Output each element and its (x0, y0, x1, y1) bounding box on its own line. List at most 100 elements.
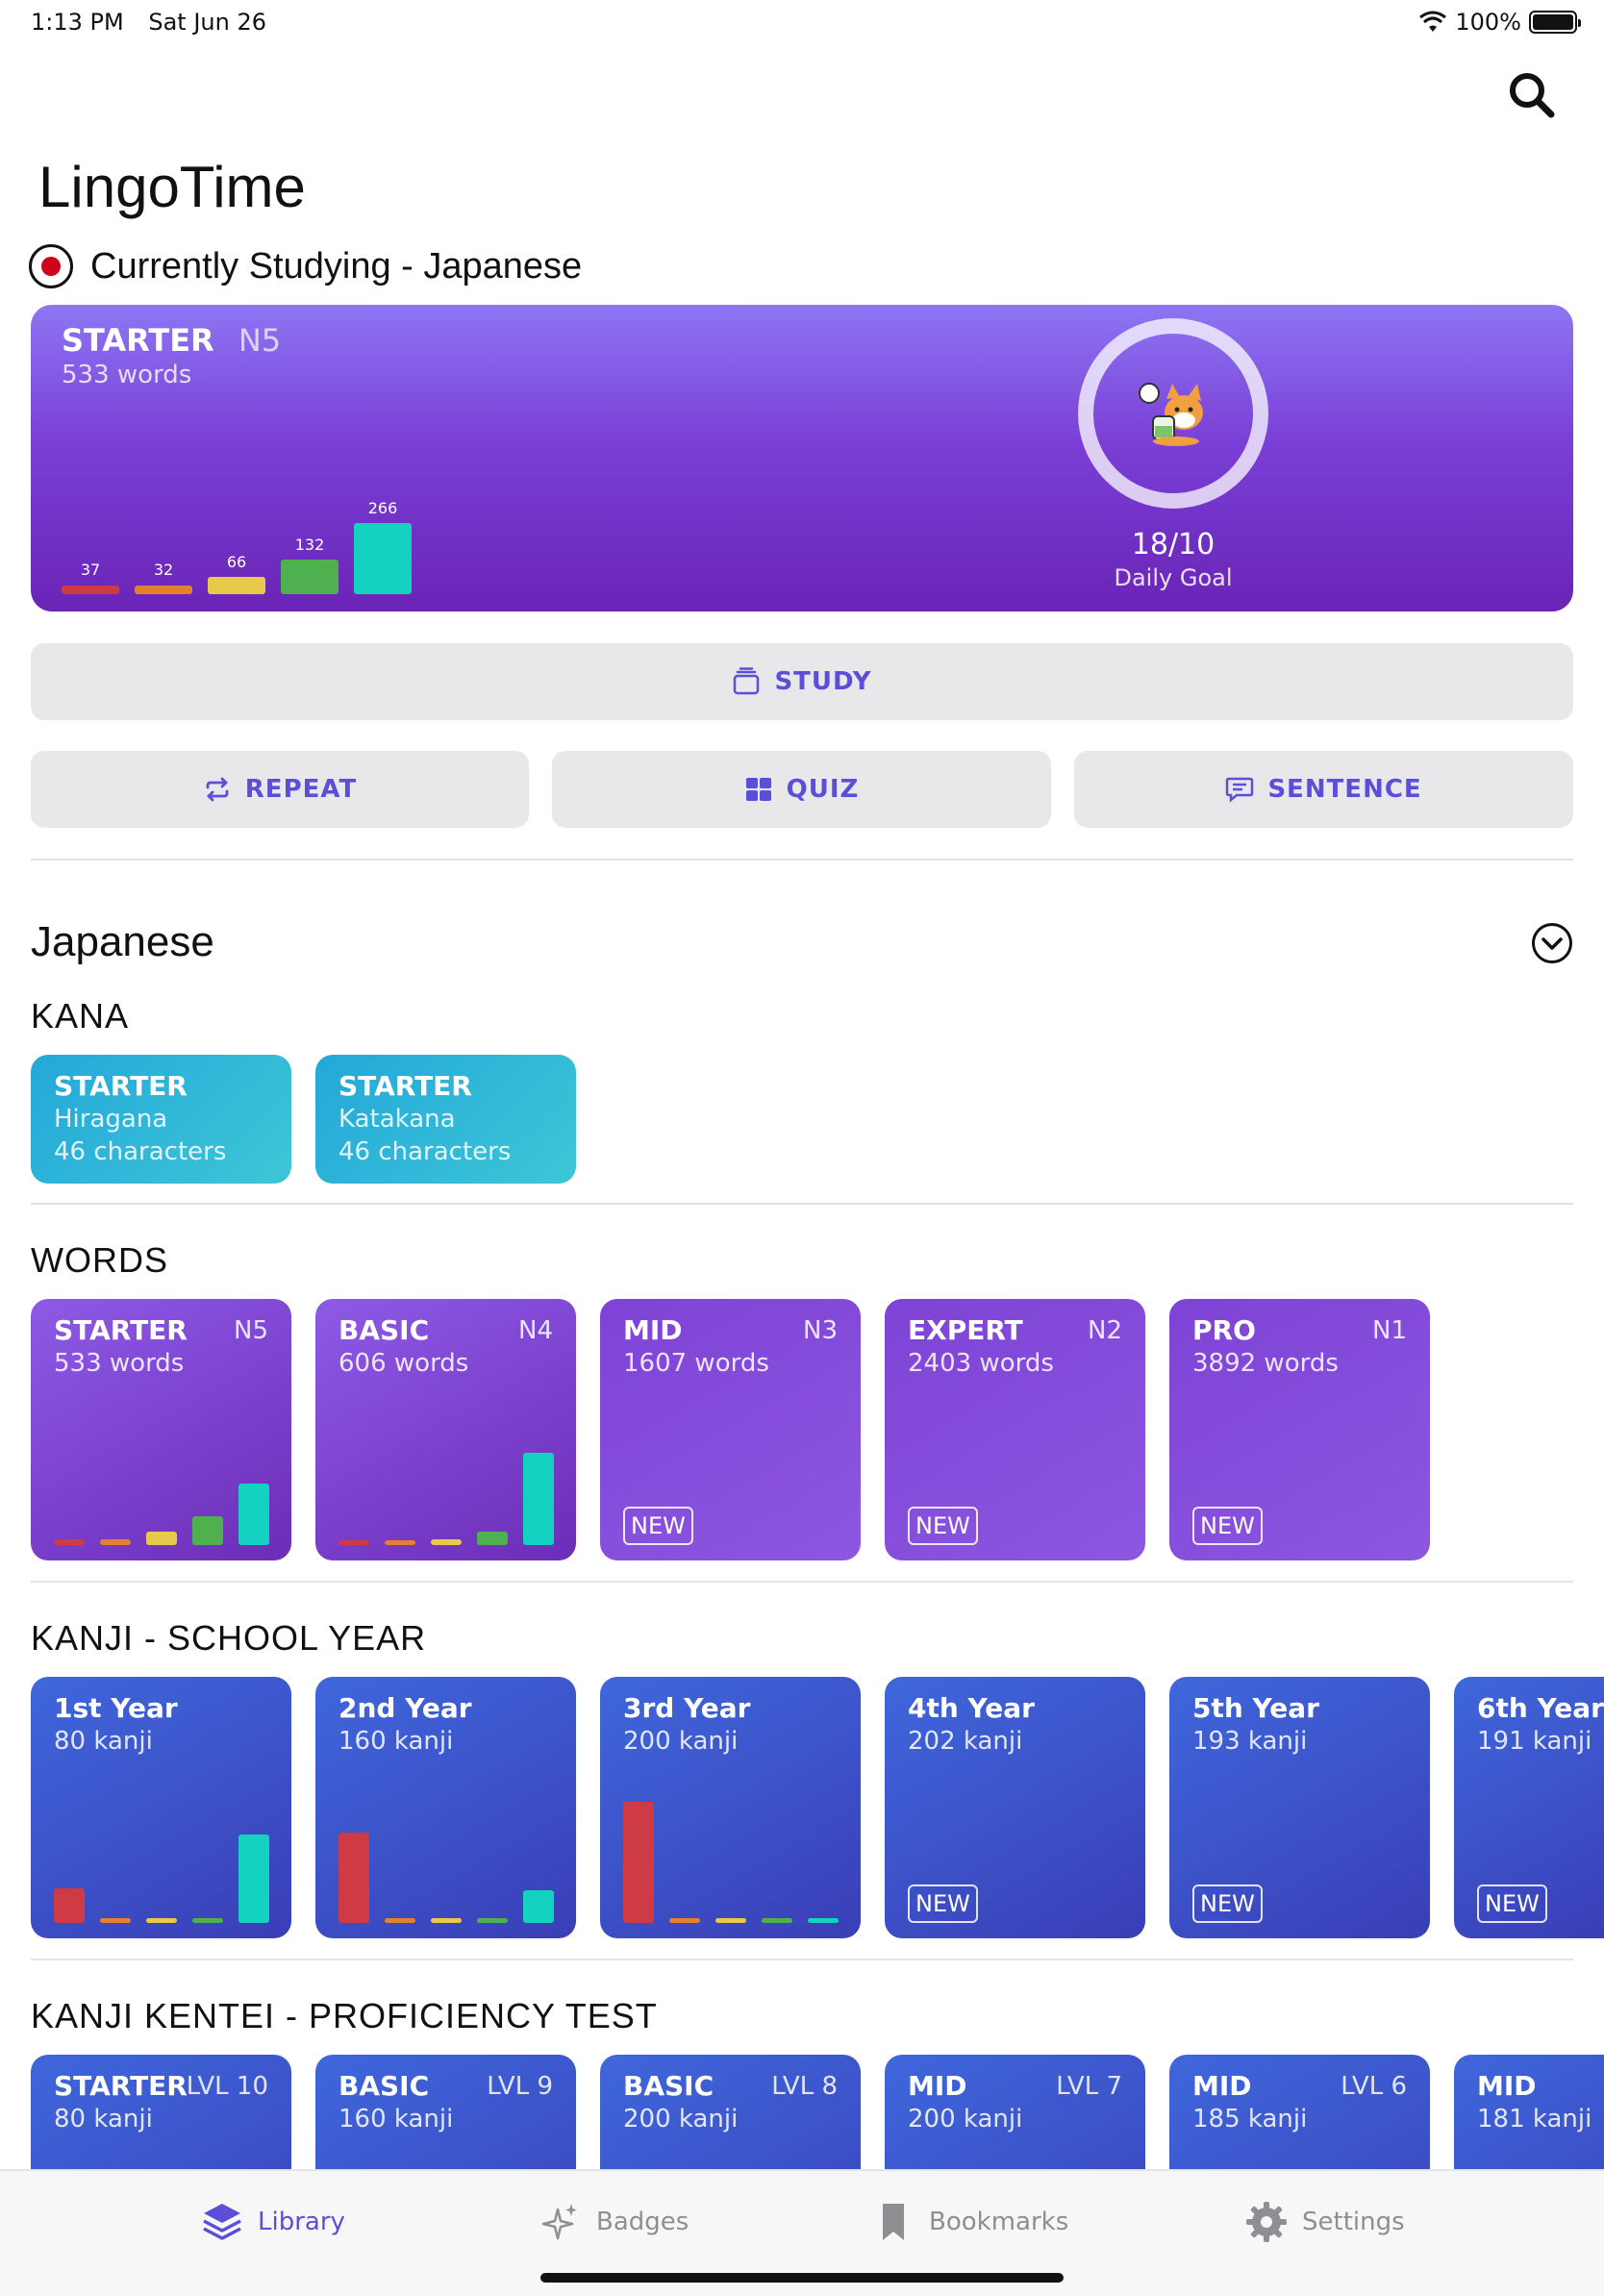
sentence-button[interactable]: SENTENCE (1074, 751, 1573, 828)
card-count: 185 kanji (1192, 2105, 1308, 2134)
progress-bar (477, 1918, 508, 1923)
bookmark-icon (883, 2204, 904, 2240)
progress-bar (523, 1453, 554, 1545)
collapse-button[interactable] (1532, 923, 1572, 963)
hero-progress-bars: 37 32 66 132 266 (62, 469, 446, 594)
card-title: 1st Year (54, 1692, 178, 1724)
divider (31, 1959, 1573, 1960)
progress-bar (669, 1918, 700, 1923)
card-title: 2nd Year (338, 1692, 472, 1724)
progress-bar (238, 1484, 269, 1545)
card-badge: N3 (803, 1316, 838, 1345)
currently-studying-label: Currently Studying - Japanese (90, 245, 583, 287)
card-badge: N2 (1088, 1316, 1122, 1345)
repeat-button[interactable]: REPEAT (31, 751, 529, 828)
status-date: Sat Jun 26 (148, 9, 266, 36)
card-title: 4th Year (908, 1692, 1035, 1724)
kanji-card-year-3[interactable]: 3rd Year 200 kanji (600, 1677, 861, 1938)
divider (31, 1581, 1573, 1583)
tab-badges-label: Badges (596, 2208, 689, 2236)
card-count: 3892 words (1192, 1349, 1339, 1378)
card-count: 200 kanji (623, 2105, 739, 2134)
hero-bar-label: 37 (80, 561, 101, 579)
card-count: 46 characters (54, 1137, 227, 1166)
progress-bar (431, 1539, 462, 1545)
japan-flag-icon (29, 244, 73, 288)
card-subtitle: Katakana (338, 1105, 456, 1134)
progress-bar (808, 1918, 839, 1923)
battery-percent: 100% (1455, 9, 1521, 36)
wifi-icon (1419, 11, 1447, 32)
hero-bar-label: 66 (226, 553, 247, 571)
section-title-kanji: KANJI - SCHOOL YEAR (31, 1618, 427, 1658)
card-title: 6th Year (1477, 1692, 1604, 1724)
hero-bar (208, 577, 265, 594)
divider (31, 859, 1573, 861)
app-title: LingoTime (38, 155, 306, 219)
words-card-basic[interactable]: BASIC N4 606 words (315, 1299, 576, 1560)
progress-bar (54, 1539, 85, 1545)
kanji-card-year-2[interactable]: 2nd Year 160 kanji (315, 1677, 576, 1938)
words-card-mid[interactable]: MID N3 1607 words NEW (600, 1299, 861, 1560)
card-subtitle: Hiragana (54, 1105, 168, 1134)
quiz-button[interactable]: QUIZ (552, 751, 1051, 828)
tab-bookmarks[interactable]: Bookmarks (871, 2200, 1068, 2244)
hero-bar (281, 560, 338, 594)
speech-bubble-icon (1226, 777, 1254, 803)
card-title: STARTER (338, 1070, 472, 1102)
language-title: Japanese (31, 918, 214, 965)
current-deck-card[interactable]: STARTER N5 533 words 37 32 66 132 266 18… (31, 305, 1573, 611)
new-tag: NEW (1192, 1884, 1263, 1923)
divider (31, 1203, 1573, 1205)
tab-badges[interactable]: Badges (539, 2200, 689, 2244)
card-title: BASIC (338, 2070, 430, 2102)
tab-library[interactable]: Library (200, 2200, 345, 2244)
kana-card-hiragana[interactable]: STARTER Hiragana 46 characters (31, 1055, 291, 1184)
words-card-pro[interactable]: PRO N1 3892 words NEW (1169, 1299, 1430, 1560)
currently-studying[interactable]: Currently Studying - Japanese (29, 244, 582, 288)
daily-goal-label: Daily Goal (1114, 564, 1233, 591)
sentence-button-label: SENTENCE (1267, 775, 1422, 804)
progress-bar (385, 1918, 415, 1923)
kanji-card-year-1[interactable]: 1st Year 80 kanji (31, 1677, 291, 1938)
status-time: 1:13 PM Sat Jun 26 (31, 9, 266, 36)
progress-bar (146, 1532, 177, 1545)
card-title: STARTER (54, 1070, 188, 1102)
hero-bar (135, 586, 192, 594)
progress-bar (385, 1540, 415, 1545)
hero-level: STARTER N5 (62, 322, 281, 359)
hero-bar-label: 266 (367, 499, 398, 517)
progress-bar (146, 1918, 177, 1923)
tab-settings[interactable]: Settings (1244, 2200, 1405, 2244)
hero-bar-label: 32 (153, 561, 174, 579)
progress-bar (100, 1918, 131, 1923)
new-tag: NEW (908, 1884, 978, 1923)
kanji-card-year-6[interactable]: 6th Year 191 kanji NEW (1454, 1677, 1604, 1938)
card-title: EXPERT (908, 1314, 1023, 1346)
card-count: 181 kanji (1477, 2105, 1592, 2134)
card-count: 200 kanji (623, 1727, 739, 1756)
study-button[interactable]: STUDY (31, 643, 1573, 720)
repeat-icon (206, 777, 229, 802)
progress-bar (715, 1918, 746, 1923)
section-title-kentei: KANJI KENTEI - PROFICIENCY TEST (31, 1996, 658, 2035)
search-button[interactable] (1506, 69, 1558, 121)
kanji-card-year-4[interactable]: 4th Year 202 kanji NEW (885, 1677, 1145, 1938)
card-count: 160 kanji (338, 1727, 454, 1756)
new-tag: NEW (623, 1507, 693, 1545)
card-count: 533 words (54, 1349, 185, 1378)
card-title: STARTER (54, 1314, 188, 1346)
section-title-kana: KANA (31, 996, 130, 1036)
kana-card-katakana[interactable]: STARTER Katakana 46 characters (315, 1055, 576, 1184)
words-card-starter[interactable]: STARTER N5 533 words (31, 1299, 291, 1560)
progress-bar (54, 1888, 85, 1923)
new-tag: NEW (908, 1507, 978, 1545)
progress-bar (623, 1802, 654, 1923)
card-badge: N5 (234, 1316, 268, 1345)
grid-icon (745, 778, 771, 801)
card-badge: N4 (518, 1316, 553, 1345)
card-badge: LVL 8 (771, 2072, 838, 2101)
daily-goal-value: 18/10 (1131, 528, 1216, 562)
kanji-card-year-5[interactable]: 5th Year 193 kanji NEW (1169, 1677, 1430, 1938)
words-card-expert[interactable]: EXPERT N2 2403 words NEW (885, 1299, 1145, 1560)
